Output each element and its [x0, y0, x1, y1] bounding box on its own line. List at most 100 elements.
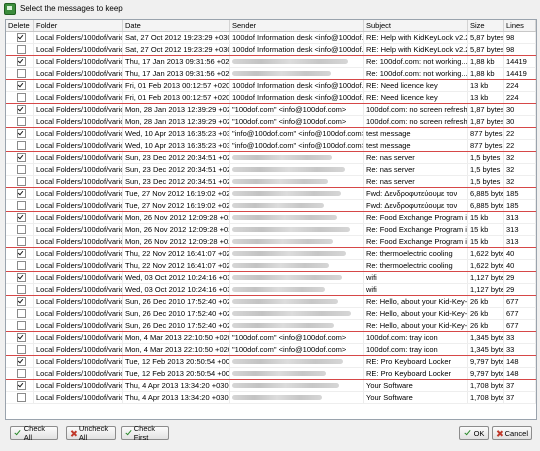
delete-checkbox[interactable]: [17, 153, 26, 162]
folder-cell: Local Folders/100dof/various: [36, 248, 123, 259]
delete-checkbox[interactable]: [17, 33, 26, 42]
delete-checkbox[interactable]: [17, 45, 26, 54]
table-row[interactable]: Local Folders/100dof/various Thu, 22 Nov …: [6, 248, 536, 260]
sender-cell: [230, 164, 364, 175]
table-row[interactable]: Local Folders/100dof/various Mon, 4 Mar 2…: [6, 332, 536, 344]
folder-cell: Local Folders/100dof/various: [36, 92, 123, 103]
delete-cell: [6, 272, 34, 283]
table-row[interactable]: Local Folders/100dof/various Sun, 23 Dec …: [6, 176, 536, 188]
delete-checkbox[interactable]: [17, 309, 26, 318]
check-icon: [464, 430, 471, 437]
column-header-date[interactable]: Date: [123, 20, 230, 31]
delete-checkbox[interactable]: [17, 69, 26, 78]
table-row[interactable]: Local Folders/100dof/various Mon, 26 Nov …: [6, 236, 536, 248]
table-row[interactable]: Local Folders/100dof/various Wed, 03 Oct …: [6, 272, 536, 284]
delete-cell: [6, 128, 34, 139]
column-header-sender[interactable]: Sender: [230, 20, 364, 31]
size-cell: 15 kb: [468, 212, 504, 223]
date-cell: Thu, 22 Nov 2012 16:41:07 +0200: [125, 260, 230, 271]
delete-checkbox[interactable]: [17, 93, 26, 102]
table-row[interactable]: Local Folders/100dof/various Sat, 27 Oct …: [6, 32, 536, 44]
delete-checkbox[interactable]: [17, 249, 26, 258]
column-header-subject[interactable]: Subject: [364, 20, 468, 31]
delete-cell: [6, 296, 34, 307]
cancel-button[interactable]: Cancel: [492, 426, 532, 440]
subject-cell: Fwd: Δενδροφυτεύουμε τον: [364, 200, 468, 211]
table-row[interactable]: Local Folders/100dof/various Mon, 26 Nov …: [6, 212, 536, 224]
table-row[interactable]: Local Folders/100dof/various Sun, 26 Dec …: [6, 308, 536, 320]
delete-checkbox[interactable]: [17, 285, 26, 294]
delete-checkbox[interactable]: [17, 213, 26, 222]
delete-checkbox[interactable]: [17, 393, 26, 402]
table-row[interactable]: Local Folders/100dof/various Fri, 01 Feb …: [6, 80, 536, 92]
delete-checkbox[interactable]: [17, 357, 26, 366]
folder-cell: Local Folders/100dof/various: [36, 368, 123, 379]
delete-checkbox[interactable]: [17, 189, 26, 198]
title-bar: Select the messages to keep: [0, 0, 540, 17]
redacted-sender: [232, 215, 337, 220]
table-row[interactable]: Local Folders/100dof/various Sun, 23 Dec …: [6, 164, 536, 176]
column-header-delete[interactable]: Delete: [6, 20, 34, 31]
folder-cell: Local Folders/100dof/various: [36, 176, 123, 187]
subject-cell: RE: Pro Keyboard Locker: [364, 356, 468, 367]
redacted-sender: [232, 155, 332, 160]
size-cell: 1,5 bytes: [468, 176, 504, 187]
table-row[interactable]: Local Folders/100dof/various Tue, 27 Nov …: [6, 188, 536, 200]
table-row[interactable]: Local Folders/100dof/various Mon, 4 Mar 2…: [6, 344, 536, 356]
check-all-button[interactable]: Check All: [10, 424, 58, 442]
table-row[interactable]: Local Folders/100dof/various Thu, 4 Apr 2…: [6, 380, 536, 392]
delete-cell: [6, 380, 34, 391]
lines-cell: 14419: [504, 68, 536, 79]
table-row[interactable]: Local Folders/100dof/various Thu, 17 Jan …: [6, 68, 536, 80]
delete-checkbox[interactable]: [17, 333, 26, 342]
ok-button[interactable]: OK: [459, 426, 489, 440]
table-row[interactable]: Local Folders/100dof/various Mon, 28 Jan …: [6, 104, 536, 116]
table-row[interactable]: Local Folders/100dof/various Thu, 4 Apr 2…: [6, 392, 536, 404]
table-row[interactable]: Local Folders/100dof/various Fri, 01 Feb …: [6, 92, 536, 104]
column-header-size[interactable]: Size: [468, 20, 504, 31]
delete-checkbox[interactable]: [17, 105, 26, 114]
table-row[interactable]: Local Folders/100dof/various Sun, 26 Dec …: [6, 296, 536, 308]
table-row[interactable]: Local Folders/100dof/various Thu, 17 Jan …: [6, 56, 536, 68]
table-row[interactable]: Local Folders/100dof/various Sat, 27 Oct …: [6, 44, 536, 56]
delete-checkbox[interactable]: [17, 201, 26, 210]
delete-checkbox[interactable]: [17, 237, 26, 246]
folder-cell: Local Folders/100dof/various: [36, 320, 123, 331]
sender-cell: 100dof Information desk <info@100dof.com…: [232, 92, 364, 103]
table-row[interactable]: Local Folders/100dof/various Mon, 26 Nov …: [6, 224, 536, 236]
delete-checkbox[interactable]: [17, 345, 26, 354]
delete-checkbox[interactable]: [17, 57, 26, 66]
table-row[interactable]: Local Folders/100dof/various Tue, 27 Nov …: [6, 200, 536, 212]
table-row[interactable]: Local Folders/100dof/various Sun, 26 Dec …: [6, 320, 536, 332]
delete-checkbox[interactable]: [17, 225, 26, 234]
table-row[interactable]: Local Folders/100dof/various Wed, 10 Apr …: [6, 128, 536, 140]
size-cell: 1,127 bytes: [468, 284, 504, 295]
check-first-label: Check First: [133, 424, 156, 442]
delete-checkbox[interactable]: [17, 165, 26, 174]
delete-checkbox[interactable]: [17, 321, 26, 330]
table-row[interactable]: Local Folders/100dof/various Wed, 03 Oct …: [6, 284, 536, 296]
delete-checkbox[interactable]: [17, 177, 26, 186]
delete-checkbox[interactable]: [17, 273, 26, 282]
delete-checkbox[interactable]: [17, 297, 26, 306]
table-row[interactable]: Local Folders/100dof/various Thu, 22 Nov …: [6, 260, 536, 272]
date-cell: Sat, 27 Oct 2012 19:23:29 +0300: [125, 44, 230, 55]
messages-grid[interactable]: Delete Folder Date Sender Subject Size L…: [5, 19, 537, 420]
table-row[interactable]: Local Folders/100dof/various Wed, 10 Apr …: [6, 140, 536, 152]
table-row[interactable]: Local Folders/100dof/various Sun, 23 Dec …: [6, 152, 536, 164]
delete-checkbox[interactable]: [17, 369, 26, 378]
uncheck-all-button[interactable]: Uncheck All: [66, 424, 116, 442]
delete-checkbox[interactable]: [17, 81, 26, 90]
delete-checkbox[interactable]: [17, 381, 26, 390]
table-row[interactable]: Local Folders/100dof/various Tue, 12 Feb …: [6, 356, 536, 368]
column-header-lines[interactable]: Lines: [504, 20, 536, 31]
delete-checkbox[interactable]: [17, 141, 26, 150]
delete-checkbox[interactable]: [17, 117, 26, 126]
delete-checkbox[interactable]: [17, 261, 26, 270]
table-row[interactable]: Local Folders/100dof/various Mon, 28 Jan …: [6, 116, 536, 128]
delete-checkbox[interactable]: [17, 129, 26, 138]
column-header-folder[interactable]: Folder: [34, 20, 123, 31]
delete-cell: [6, 260, 34, 271]
table-row[interactable]: Local Folders/100dof/various Tue, 12 Feb …: [6, 368, 536, 380]
check-first-button[interactable]: Check First: [121, 424, 169, 442]
